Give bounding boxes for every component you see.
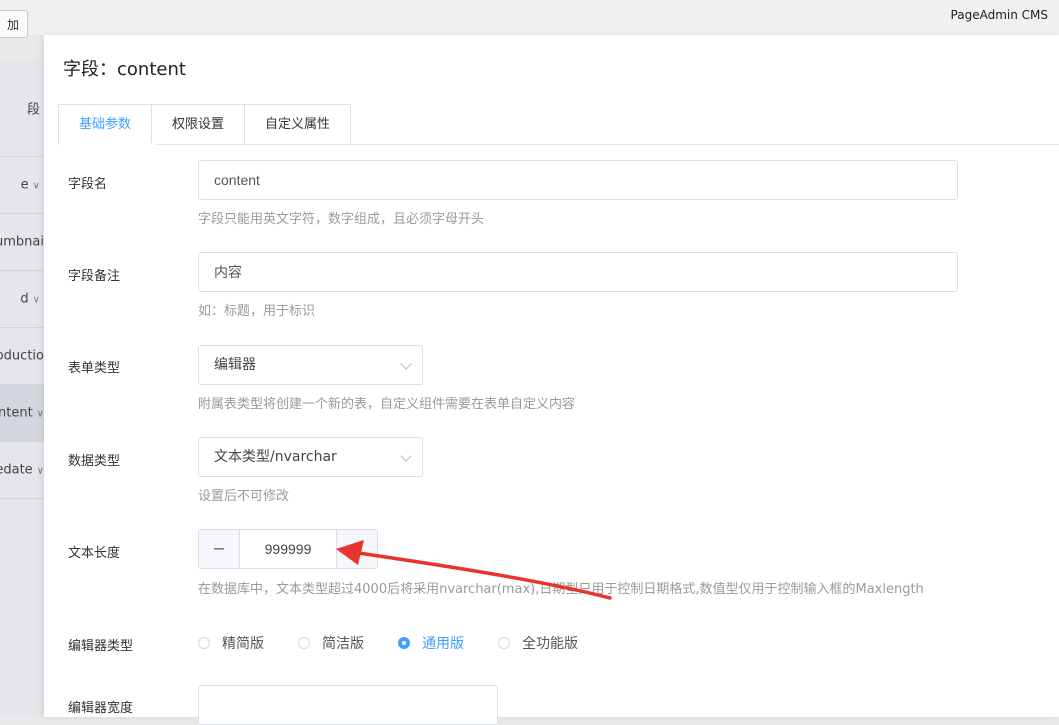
field-note-label: 字段备注 xyxy=(68,269,121,284)
radio-label: 简洁版 xyxy=(322,636,364,652)
data-type-hint: 设置后不可修改 xyxy=(198,489,290,504)
form-type-label: 表单类型 xyxy=(68,361,121,376)
sidebar-item-label: 段 xyxy=(26,102,40,117)
sidebar-item-thumbnail[interactable]: umbnai xyxy=(0,214,44,271)
editor-width-label: 编辑器宽度 xyxy=(68,701,134,716)
radio-label: 全功能版 xyxy=(522,636,578,652)
text-length-stepper: − 999999 + xyxy=(198,529,378,569)
editor-width-input[interactable] xyxy=(198,685,498,725)
decrement-button[interactable]: − xyxy=(199,530,240,568)
editor-type-radio-group: 精简版 简洁版 通用版 全功能版 xyxy=(198,634,612,652)
chevron-down-icon: ∨ xyxy=(32,294,40,306)
text-length-input[interactable]: 999999 xyxy=(240,530,336,568)
sidebar-item-field-d[interactable]: d ∨ xyxy=(0,271,44,328)
radio-simple[interactable]: 简洁版 xyxy=(298,633,364,653)
radio-circle-icon xyxy=(198,637,210,649)
chevron-down-icon: ∨ xyxy=(36,408,44,420)
sidebar-item-label: d xyxy=(20,291,29,307)
add-button[interactable]: 加 xyxy=(0,10,28,38)
chevron-down-icon xyxy=(400,358,412,370)
sidebar-item-title[interactable]: e ∨ xyxy=(0,157,44,214)
sidebar-item-label: e xyxy=(20,177,29,193)
field-name-label: 字段名 xyxy=(68,177,108,192)
form-type-value: 编辑器 xyxy=(214,357,256,373)
field-name-input[interactable]: content xyxy=(198,160,958,200)
brand-label: PageAdmin CMS xyxy=(950,8,1048,22)
sidebar-item-label: roductio xyxy=(0,348,44,364)
field-note-hint: 如：标题，用于标识 xyxy=(198,304,316,319)
chevron-down-icon xyxy=(400,450,412,462)
tab-custom-attributes[interactable]: 自定义属性 xyxy=(245,105,351,145)
text-length-hint: 在数据库中，文本类型超过4000后将采用nvarchar(max),日期型只用于… xyxy=(198,582,924,597)
radio-checked-icon xyxy=(398,637,410,649)
radio-full[interactable]: 全功能版 xyxy=(498,633,578,653)
form-type-select[interactable]: 编辑器 xyxy=(198,345,423,385)
sidebar-item-label: umbnai xyxy=(0,234,44,250)
radio-circle-icon xyxy=(298,637,310,649)
radio-label: 通用版 xyxy=(422,636,464,652)
sidebar-item-label: ntent xyxy=(0,405,33,421)
data-type-select[interactable]: 文本类型/nvarchar xyxy=(198,437,423,477)
top-bar: 加 PageAdmin CMS xyxy=(0,0,1059,38)
tab-bar: 基础参数 权限设置 自定义属性 xyxy=(58,104,352,145)
sidebar-item-label: edate xyxy=(0,462,33,478)
radio-circle-icon xyxy=(498,637,510,649)
sidebar-item-field[interactable]: 段 xyxy=(0,59,44,157)
tab-basic-params[interactable]: 基础参数 xyxy=(59,105,153,145)
tab-permissions[interactable]: 权限设置 xyxy=(152,105,246,145)
dialog-title: 字段：content xyxy=(63,59,186,80)
data-type-label: 数据类型 xyxy=(68,454,121,469)
increment-button[interactable]: + xyxy=(336,530,377,568)
radio-standard[interactable]: 通用版 xyxy=(398,633,464,653)
chevron-down-icon: ∨ xyxy=(36,465,44,477)
text-length-label: 文本长度 xyxy=(68,546,121,561)
form-type-hint: 附属表类型将创建一个新的表，自定义组件需要在表单自定义内容 xyxy=(198,397,576,412)
radio-label: 精简版 xyxy=(222,636,264,652)
field-dialog: 字段：content 基础参数 权限设置 自定义属性 字段名 content 字… xyxy=(44,35,1059,725)
editor-type-label: 编辑器类型 xyxy=(68,639,134,654)
sidebar-item-introduction[interactable]: roductio xyxy=(0,328,44,385)
sidebar-item-thedate[interactable]: edate∨ xyxy=(0,442,44,499)
field-name-hint: 字段只能用英文字符，数字组成，且必须字母开头 xyxy=(198,212,485,227)
chevron-down-icon: ∨ xyxy=(32,180,40,192)
sidebar-item-content[interactable]: ntent ∨ xyxy=(0,385,44,442)
sidebar: 段 e∨ umbnai d∨ roductio ntent∨ edate∨ xyxy=(0,59,44,717)
field-note-input[interactable]: 内容 xyxy=(198,252,958,292)
tab-divider xyxy=(58,144,1059,145)
radio-minimal[interactable]: 精简版 xyxy=(198,633,264,653)
data-type-value: 文本类型/nvarchar xyxy=(214,449,337,465)
